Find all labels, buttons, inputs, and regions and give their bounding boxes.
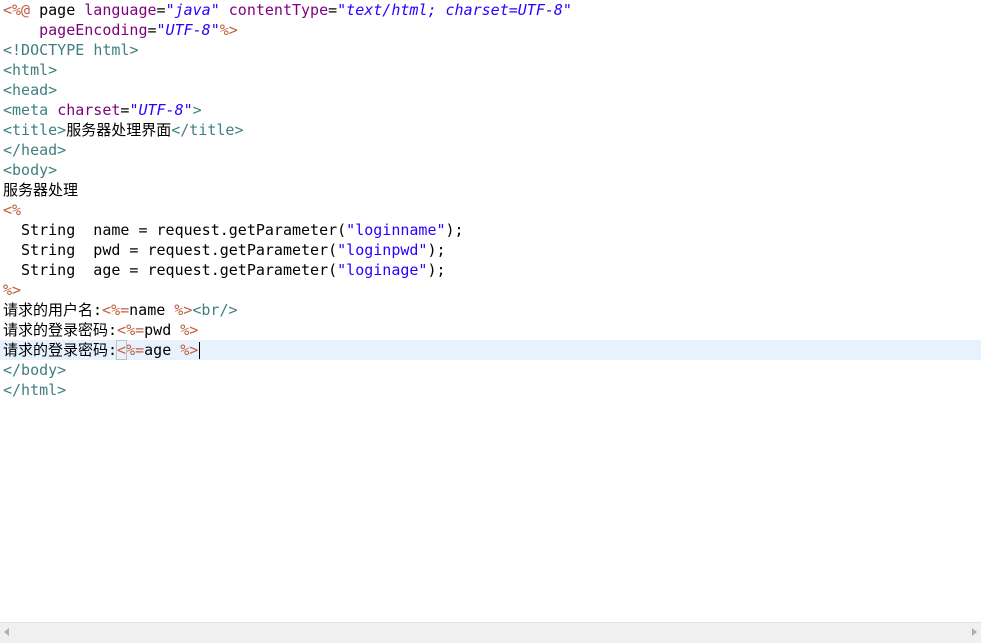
code-line[interactable]: <meta charset="UTF-8"> bbox=[3, 100, 981, 120]
code-token: <title> bbox=[3, 121, 67, 139]
code-token: </html> bbox=[3, 381, 67, 399]
code-token: <%@ bbox=[3, 1, 31, 19]
code-token: = bbox=[147, 21, 157, 39]
code-line[interactable]: <title>服务器处理界面</title> bbox=[3, 120, 981, 140]
code-line[interactable]: <% bbox=[3, 200, 981, 220]
arrow-right-icon[interactable] bbox=[972, 628, 977, 636]
code-token: ); bbox=[427, 261, 446, 279]
code-line[interactable]: </head> bbox=[3, 140, 981, 160]
code-line[interactable]: %> bbox=[3, 280, 981, 300]
code-token: charset bbox=[57, 101, 121, 119]
code-token: html bbox=[93, 41, 130, 59]
code-token: > bbox=[129, 41, 139, 59]
code-token: <meta bbox=[3, 101, 58, 119]
code-token: %> bbox=[174, 301, 193, 319]
code-token: %> bbox=[180, 321, 199, 339]
code-token: %> bbox=[3, 281, 22, 299]
code-token: ); bbox=[445, 221, 464, 239]
code-token: page bbox=[30, 1, 85, 19]
code-token: name bbox=[129, 301, 175, 319]
code-token: String pwd = request.getParameter( bbox=[3, 241, 338, 259]
code-token: < bbox=[116, 340, 128, 360]
code-line[interactable]: 请求的用户名:<%=name %><br/> bbox=[3, 300, 981, 320]
code-token: String name = request.getParameter( bbox=[3, 221, 347, 239]
code-token: </title> bbox=[171, 121, 244, 139]
code-token: "java" bbox=[165, 1, 220, 19]
code-token: <head> bbox=[3, 81, 58, 99]
text-caret bbox=[199, 342, 201, 359]
code-line[interactable]: pageEncoding="UTF-8"%> bbox=[3, 20, 981, 40]
code-token: String age = request.getParameter( bbox=[3, 261, 338, 279]
code-token: <%= bbox=[117, 321, 145, 339]
code-token: </body> bbox=[3, 361, 67, 379]
code-token: "UTF-8" bbox=[129, 101, 193, 119]
code-token: "loginname" bbox=[346, 221, 446, 239]
code-line[interactable]: </html> bbox=[3, 380, 981, 400]
code-token: = bbox=[328, 1, 338, 19]
arrow-left-icon[interactable] bbox=[4, 628, 9, 636]
code-token: 请求的登录密码: bbox=[3, 321, 118, 339]
code-token: <!DOCTYPE bbox=[3, 41, 94, 59]
code-token: pwd bbox=[144, 321, 181, 339]
code-token: %> bbox=[219, 21, 238, 39]
horizontal-scrollbar[interactable] bbox=[0, 622, 981, 643]
code-token: </head> bbox=[3, 141, 67, 159]
code-line[interactable]: </body> bbox=[3, 360, 981, 380]
code-token: %> bbox=[180, 341, 199, 359]
code-token: "UTF-8" bbox=[156, 21, 220, 39]
code-token: language bbox=[84, 1, 157, 19]
code-line[interactable]: String pwd = request.getParameter("login… bbox=[3, 240, 981, 260]
code-token: "loginpwd" bbox=[337, 241, 428, 259]
code-editor[interactable]: <%@ page language="java" contentType="te… bbox=[0, 0, 981, 643]
code-token: "text/html; charset=UTF-8" bbox=[337, 1, 572, 19]
code-token: <body> bbox=[3, 161, 58, 179]
code-line[interactable]: String age = request.getParameter("login… bbox=[3, 260, 981, 280]
code-line[interactable]: String name = request.getParameter("logi… bbox=[3, 220, 981, 240]
code-line[interactable]: <head> bbox=[3, 80, 981, 100]
code-token: 服务器处理界面 bbox=[66, 121, 172, 139]
code-token: <%= bbox=[102, 301, 130, 319]
code-line[interactable]: <%@ page language="java" contentType="te… bbox=[3, 0, 981, 20]
code-line-current[interactable]: 请求的登录密码:<%=age %> bbox=[0, 340, 981, 360]
code-token: 请求的登录密码: bbox=[3, 341, 118, 359]
code-line[interactable]: <html> bbox=[3, 60, 981, 80]
code-token: pageEncoding bbox=[39, 21, 148, 39]
code-token: > bbox=[192, 101, 202, 119]
code-line[interactable]: 服务器处理 bbox=[3, 180, 981, 200]
code-token: 服务器处理 bbox=[3, 181, 79, 199]
code-token: age bbox=[144, 341, 181, 359]
code-token: "loginage" bbox=[337, 261, 428, 279]
code-token: = bbox=[156, 1, 166, 19]
code-token: <% bbox=[3, 201, 22, 219]
code-area[interactable]: <%@ page language="java" contentType="te… bbox=[0, 0, 981, 400]
code-token: <html> bbox=[3, 61, 58, 79]
code-token: <br/> bbox=[192, 301, 238, 319]
code-line[interactable]: <!DOCTYPE html> bbox=[3, 40, 981, 60]
code-token: %= bbox=[126, 341, 145, 359]
code-token: 请求的用户名: bbox=[3, 301, 103, 319]
code-token: contentType bbox=[228, 1, 329, 19]
code-token: ); bbox=[427, 241, 446, 259]
code-line[interactable]: <body> bbox=[3, 160, 981, 180]
code-line[interactable]: 请求的登录密码:<%=pwd %> bbox=[3, 320, 981, 340]
